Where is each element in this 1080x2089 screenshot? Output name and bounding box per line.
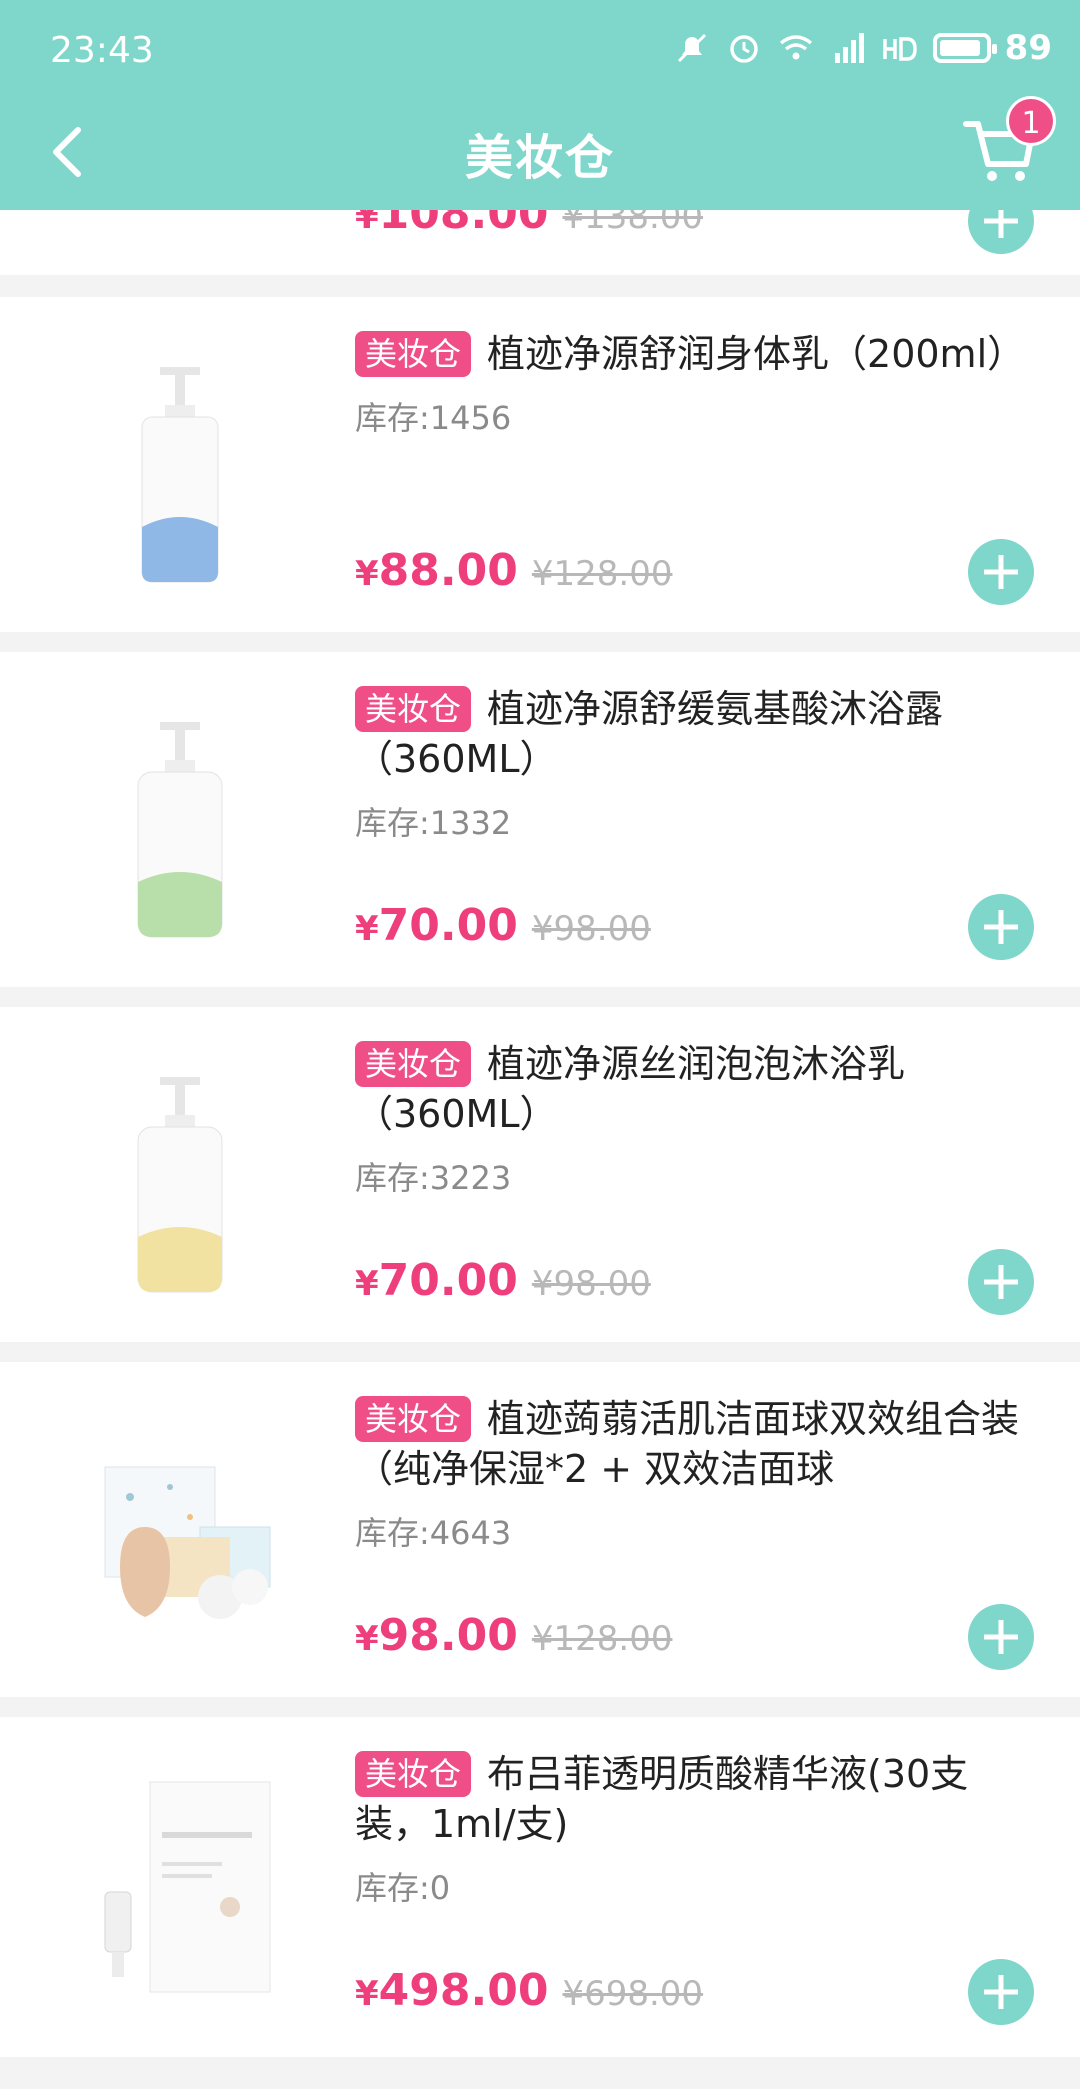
product-name: 美妆仓 植迹净源丝润泡泡沐浴乳（360ML）: [355, 1041, 906, 1136]
price: ¥498.00: [355, 1965, 549, 2016]
cart-count-badge: 1: [1006, 96, 1056, 146]
price-row: ¥70.00 ¥98.00: [355, 900, 651, 951]
app-header: 23:43 89 美妆仓 1: [0, 0, 1080, 210]
price-row: ¥98.00 ¥128.00: [355, 1610, 672, 1661]
status-time: 23:43: [50, 30, 154, 71]
original-price: ¥128.00: [531, 1619, 673, 1659]
product-image: [104, 1466, 271, 1619]
product-image: [137, 722, 223, 938]
product-card[interactable]: 美妆仓 植迹蒟蒻活肌洁面球双效组合装（纯净保湿*2 + 双效洁面球 库存:4643…: [0, 1362, 1080, 1697]
price: ¥70.00: [355, 900, 518, 951]
hd-icon: [882, 37, 917, 61]
price: ¥98.00: [355, 1610, 518, 1661]
price: ¥70.00: [355, 1255, 518, 1306]
battery-icon: [932, 33, 997, 63]
alarm-icon: [729, 35, 758, 63]
stock-count: 库存:4643: [355, 1514, 512, 1552]
product-info: 美妆仓 植迹蒟蒻活肌洁面球双效组合装（纯净保湿*2 + 双效洁面球 库存:4643: [355, 1394, 1040, 1554]
stock-count: 库存:0: [355, 1869, 451, 1907]
original-price: ¥98.00: [531, 1264, 651, 1304]
nav-bar: 美妆仓 1: [0, 96, 1080, 210]
product-name: 美妆仓 植迹净源舒缓氨基酸沐浴露（360ML）: [355, 686, 944, 781]
store-tag: 美妆仓: [355, 1751, 472, 1797]
status-icons: 89: [673, 28, 1052, 68]
product-image: [104, 1781, 271, 1993]
price-row: ¥70.00 ¥98.00: [355, 1255, 651, 1306]
page-title: 美妆仓: [464, 130, 615, 186]
add-to-cart-button[interactable]: [968, 1959, 1034, 2025]
cart-button[interactable]: 1: [960, 96, 1056, 190]
original-price: ¥128.00: [531, 554, 673, 594]
price-row: ¥498.00 ¥698.00: [355, 1965, 703, 2016]
store-tag: 美妆仓: [355, 1041, 472, 1087]
signal-icon: [834, 33, 864, 63]
product-card[interactable]: 美妆仓 植迹净源舒润身体乳（200ml） 库存:1456 ¥88.00 ¥128.…: [0, 297, 1080, 632]
original-price: ¥98.00: [531, 909, 651, 949]
stock-count: 库存:1332: [355, 804, 512, 842]
add-to-cart-button[interactable]: [968, 1604, 1034, 1670]
stock-count: 库存:1456: [355, 399, 512, 437]
product-name: 美妆仓 植迹蒟蒻活肌洁面球双效组合装（纯净保湿*2 + 双效洁面球: [355, 1396, 1020, 1491]
product-card[interactable]: 美妆仓 布吕菲透明质酸精华液(30支装，1ml/支) 库存:0 ¥498.00 ¥…: [0, 1717, 1080, 2057]
product-image: [141, 367, 219, 583]
product-info: 美妆仓 布吕菲透明质酸精华液(30支装，1ml/支) 库存:0: [355, 1749, 1040, 1909]
product-card[interactable]: 美妆仓 植迹净源丝润泡泡沐浴乳（360ML） 库存:3223 ¥70.00 ¥98…: [0, 1007, 1080, 1342]
stock-count: 库存:3223: [355, 1159, 512, 1197]
product-card[interactable]: 美妆仓 植迹净源舒缓氨基酸沐浴露（360ML） 库存:1332 ¥70.00 ¥9…: [0, 652, 1080, 987]
wifi-icon: [779, 35, 812, 60]
product-name: 美妆仓 植迹净源舒润身体乳（200ml）: [355, 329, 1040, 379]
product-name: 美妆仓 布吕菲透明质酸精华液(30支装，1ml/支): [355, 1751, 969, 1846]
add-to-cart-button[interactable]: [968, 1249, 1034, 1315]
add-to-cart-button[interactable]: [968, 539, 1034, 605]
original-price: ¥698.00: [562, 1974, 704, 2014]
store-tag: 美妆仓: [355, 331, 472, 377]
store-tag: 美妆仓: [355, 686, 472, 732]
store-tag: 美妆仓: [355, 1396, 472, 1442]
mute-icon: [677, 33, 706, 63]
product-info: 美妆仓 植迹净源舒润身体乳（200ml） 库存:1456: [355, 329, 1040, 439]
add-to-cart-button[interactable]: [968, 894, 1034, 960]
price-row: ¥88.00 ¥128.00: [355, 545, 672, 596]
status-bar: 23:43 89: [0, 0, 1080, 100]
battery-level: 89: [1004, 28, 1052, 68]
price: ¥88.00: [355, 545, 518, 596]
product-info: 美妆仓 植迹净源丝润泡泡沐浴乳（360ML） 库存:3223: [355, 1039, 1040, 1199]
product-image: [137, 1077, 223, 1293]
product-info: 美妆仓 植迹净源舒缓氨基酸沐浴露（360ML） 库存:1332: [355, 684, 1040, 844]
